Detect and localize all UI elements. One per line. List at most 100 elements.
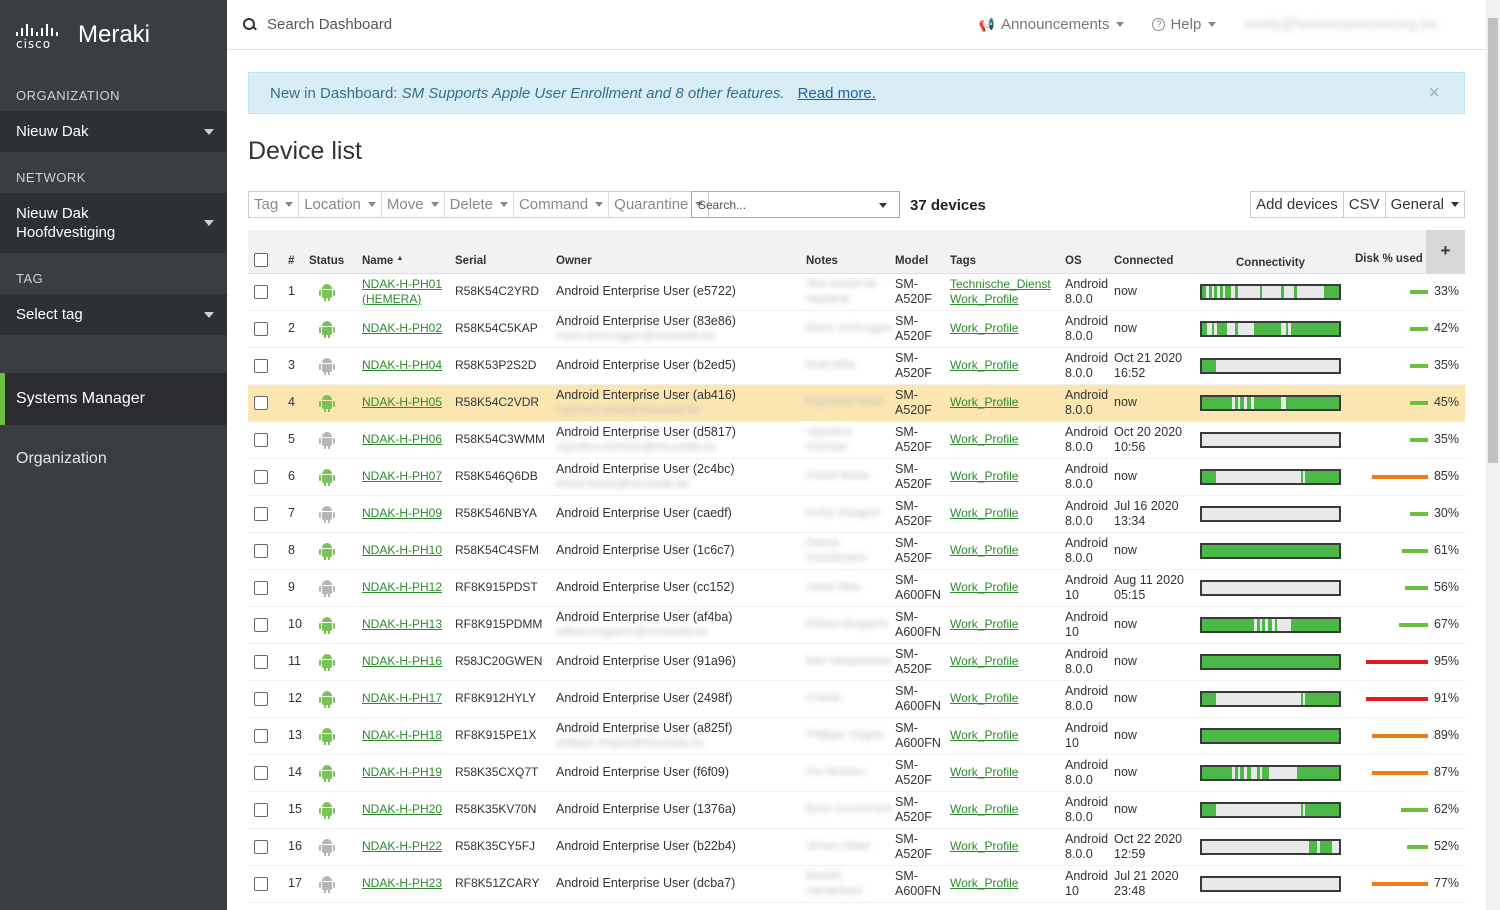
device-name-link[interactable]: NDAK-H-PH18: [362, 728, 442, 742]
row-checkbox[interactable]: [254, 802, 268, 817]
device-name-link[interactable]: NDAK-H-PH13: [362, 617, 442, 631]
connectivity-bar[interactable]: [1200, 801, 1341, 818]
tag-link[interactable]: Work_Profile: [950, 765, 1065, 780]
page-scrollbar[interactable]: [1486, 0, 1500, 910]
device-name-link[interactable]: NDAK-H-PH06: [362, 432, 442, 446]
meraki-logo[interactable]: cisco Meraki: [0, 0, 227, 70]
table-row[interactable]: 17 NDAK-H-PH23 RF8K51ZCARY Android Enterpri…: [248, 865, 1465, 903]
connectivity-bar[interactable]: [1200, 542, 1341, 559]
device-name-link[interactable]: NDAK-H-PH02: [362, 321, 442, 335]
table-row[interactable]: 2 NDAK-H-PH02 R58K54C5KAP Android Enterpris…: [248, 310, 1465, 348]
csv-button[interactable]: CSV: [1344, 192, 1386, 217]
col-connectivity[interactable]: Connectivity: [1194, 230, 1347, 274]
device-name-link[interactable]: NDAK-H-PH09: [362, 506, 442, 520]
connectivity-bar[interactable]: [1200, 468, 1341, 485]
table-row[interactable]: 14 NDAK-H-PH19 R58K35CXQ7T Android Enterpri…: [248, 754, 1465, 792]
tag-select[interactable]: Select tag: [0, 294, 227, 335]
user-menu[interactable]: emily@heinemannoetsing.be: [1244, 16, 1458, 33]
row-checkbox[interactable]: [254, 506, 268, 521]
row-checkbox[interactable]: [254, 469, 268, 484]
device-name-link[interactable]: NDAK-H-PH05: [362, 395, 442, 409]
table-row[interactable]: 1 NDAK-H-PH01 (HEMERA) R58K54C2YRD Android …: [248, 273, 1465, 311]
col-os[interactable]: OS: [1065, 230, 1114, 274]
col-serial[interactable]: Serial: [455, 230, 556, 274]
connectivity-bar[interactable]: [1200, 727, 1341, 744]
tag-link[interactable]: Work_Profile: [950, 580, 1065, 595]
col-status[interactable]: Status: [309, 230, 362, 274]
help-menu[interactable]: ? Help: [1152, 16, 1217, 33]
col-disk[interactable]: Disk % used: [1347, 230, 1426, 274]
col-notes[interactable]: Notes: [806, 230, 895, 274]
row-checkbox[interactable]: [254, 543, 268, 558]
connectivity-bar[interactable]: [1200, 875, 1341, 892]
table-row[interactable]: 13 NDAK-H-PH18 RF8K915PE1X Android Enterpri…: [248, 717, 1465, 755]
table-row[interactable]: 7 NDAK-H-PH09 R58K546NBYA Android Enterpris…: [248, 495, 1465, 533]
device-search-input[interactable]: Search...: [691, 191, 900, 218]
connectivity-bar[interactable]: [1200, 394, 1341, 411]
tag-link[interactable]: Work_Profile: [950, 543, 1065, 558]
row-checkbox[interactable]: [254, 284, 268, 299]
nav-organization[interactable]: Organization: [0, 433, 227, 485]
tag-link[interactable]: Work_Profile: [950, 802, 1065, 817]
row-checkbox[interactable]: [254, 580, 268, 595]
search-icon[interactable]: [243, 17, 257, 32]
table-row[interactable]: 12 NDAK-H-PH17 RF8K912HYLY Android Enterpri…: [248, 680, 1465, 718]
table-row[interactable]: 3 NDAK-H-PH04 R58K53P2S2D Android Enterpris…: [248, 347, 1465, 385]
connectivity-bar[interactable]: [1200, 431, 1341, 448]
col-connected[interactable]: Connected: [1114, 230, 1194, 274]
device-name-link[interactable]: NDAK-H-PH04: [362, 358, 442, 372]
read-more-link[interactable]: Read more.: [798, 85, 876, 102]
tag-link[interactable]: Work_Profile: [950, 321, 1065, 336]
row-checkbox[interactable]: [254, 654, 268, 669]
device-name-link[interactable]: NDAK-H-PH10: [362, 543, 442, 557]
device-name-link[interactable]: NDAK-H-PH16: [362, 654, 442, 668]
connectivity-bar[interactable]: [1200, 320, 1341, 337]
tag-link[interactable]: Work_Profile: [950, 506, 1065, 521]
scrollbar-thumb[interactable]: [1488, 18, 1498, 463]
table-row[interactable]: 6 NDAK-H-PH07 R58K546Q6DB Android Enterpris…: [248, 458, 1465, 496]
tag-link[interactable]: Work_Profile: [950, 728, 1065, 743]
row-checkbox[interactable]: [254, 691, 268, 706]
dashboard-search-input[interactable]: Search Dashboard: [267, 16, 392, 33]
organization-select[interactable]: Nieuw Dak: [0, 111, 227, 152]
table-row[interactable]: 15 NDAK-H-PH20 R58K35KV70N Android Enterpri…: [248, 791, 1465, 829]
table-row[interactable]: 16 NDAK-H-PH22 R58K35CY5FJ Android Enterpri…: [248, 828, 1465, 866]
tag-link[interactable]: Work_Profile: [950, 691, 1065, 706]
tag-link[interactable]: Work_Profile: [950, 469, 1065, 484]
row-checkbox[interactable]: [254, 617, 268, 632]
location-button[interactable]: Location: [299, 192, 382, 217]
col-model[interactable]: Model: [895, 230, 950, 274]
tag-link[interactable]: Work_Profile: [950, 395, 1065, 410]
row-checkbox[interactable]: [254, 358, 268, 373]
select-all-checkbox[interactable]: [254, 252, 268, 267]
tag-link[interactable]: Work_Profile: [950, 876, 1065, 891]
row-checkbox[interactable]: [254, 728, 268, 743]
col-owner[interactable]: Owner: [556, 230, 806, 274]
tag-link[interactable]: Work_Profile: [950, 617, 1065, 632]
device-name-link[interactable]: NDAK-H-PH01 (HEMERA): [362, 277, 442, 306]
table-row[interactable]: 10 NDAK-H-PH13 RF8K915PDMM Android Enterpri…: [248, 606, 1465, 644]
nav-systems-manager[interactable]: Systems Manager: [0, 373, 227, 425]
device-name-link[interactable]: NDAK-H-PH12: [362, 580, 442, 594]
connectivity-bar[interactable]: [1200, 283, 1341, 300]
table-row[interactable]: 11 NDAK-H-PH16 R58JC20GWEN Android Enterpri…: [248, 643, 1465, 681]
move-button[interactable]: Move: [382, 192, 445, 217]
network-select[interactable]: Nieuw Dak Hoofdvestiging: [0, 193, 227, 253]
row-checkbox[interactable]: [254, 321, 268, 336]
row-checkbox[interactable]: [254, 765, 268, 780]
row-checkbox[interactable]: [254, 839, 268, 854]
chevron-down-icon[interactable]: [879, 203, 887, 208]
tag-link[interactable]: Work_Profile: [950, 358, 1065, 373]
close-icon[interactable]: ×: [1428, 82, 1440, 105]
col-name[interactable]: Name ▲: [362, 230, 455, 274]
device-name-link[interactable]: NDAK-H-PH22: [362, 839, 442, 853]
table-row[interactable]: 8 NDAK-H-PH10 R58K54C4SFM Android Enterpris…: [248, 532, 1465, 570]
table-row[interactable]: 5 NDAK-H-PH06 R58K54C3WMM Android Enterpris…: [248, 421, 1465, 459]
row-checkbox[interactable]: [254, 432, 268, 447]
tag-link[interactable]: Work_Profile: [950, 292, 1065, 307]
delete-button[interactable]: Delete: [445, 192, 514, 217]
connectivity-bar[interactable]: [1200, 505, 1341, 522]
table-row[interactable]: 9 NDAK-H-PH12 RF8K915PDST Android Enterpris…: [248, 569, 1465, 607]
device-name-link[interactable]: NDAK-H-PH17: [362, 691, 442, 705]
connectivity-bar[interactable]: [1200, 616, 1341, 633]
